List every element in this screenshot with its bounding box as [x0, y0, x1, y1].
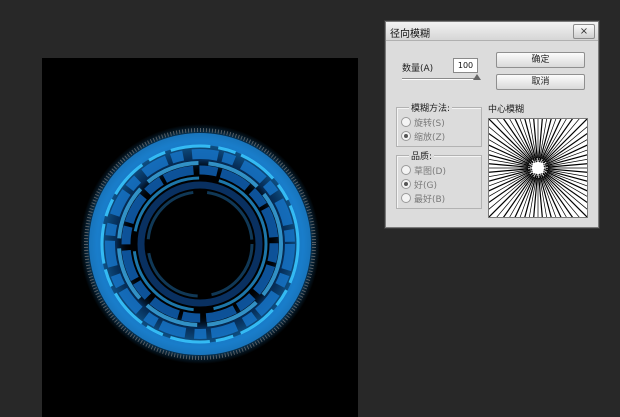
radio-draft-label: 草图(D): [414, 167, 446, 177]
blur-method-group: 模糊方法: 旋转(S) 缩放(Z): [396, 101, 482, 147]
close-button[interactable]: ×: [573, 24, 595, 39]
radial-blur-dialog: 径向模糊 × 数量(A) 100 确定 取消 模糊方法: 旋转(S) 缩放(Z)…: [385, 21, 608, 238]
radio-spin-button[interactable]: [401, 117, 411, 127]
ring-hole: [150, 194, 250, 294]
preview-ray: [545, 174, 592, 214]
preview-center: [533, 163, 543, 173]
radio-draft[interactable]: 草图(D): [401, 164, 446, 177]
blur-method-label: 模糊方法:: [409, 101, 453, 114]
preview-ray: [492, 175, 532, 222]
quality-group: 品质: 草图(D) 好(G) 最好(B): [396, 149, 482, 209]
dialog-title: 径向模糊: [390, 29, 430, 40]
radio-good-label: 好(G): [414, 181, 437, 191]
radial-blur-artwork: [80, 124, 320, 364]
radio-zoom[interactable]: 缩放(Z): [401, 130, 445, 143]
center-label: 中心模糊: [488, 105, 525, 115]
cancel-button[interactable]: 取消: [496, 74, 585, 90]
radio-good[interactable]: 好(G): [401, 178, 437, 191]
radio-good-button[interactable]: [401, 179, 411, 189]
preview-ray: [484, 122, 531, 162]
radio-best-button[interactable]: [401, 193, 411, 203]
quality-label: 品质:: [409, 149, 435, 162]
radio-spin-label: 旋转(S): [414, 119, 445, 129]
dialog-titlebar[interactable]: 径向模糊 ×: [386, 22, 598, 41]
blur-center-preview[interactable]: [468, 98, 608, 238]
radio-best-label: 最好(B): [414, 195, 446, 205]
amount-slider-track[interactable]: [402, 78, 478, 80]
radio-draft-button[interactable]: [401, 165, 411, 175]
document-canvas[interactable]: [42, 58, 358, 417]
zoom-lines-preview: [468, 98, 608, 238]
radio-spin[interactable]: 旋转(S): [401, 116, 445, 129]
radio-zoom-label: 缩放(Z): [414, 133, 446, 143]
radio-zoom-button[interactable]: [401, 131, 411, 141]
amount-label: 数量(A): [402, 64, 434, 74]
amount-input[interactable]: 100: [453, 58, 478, 73]
ok-button[interactable]: 确定: [496, 52, 585, 68]
radio-best[interactable]: 最好(B): [401, 192, 445, 205]
preview-ray: [544, 114, 584, 161]
amount-slider-thumb[interactable]: [473, 74, 481, 80]
